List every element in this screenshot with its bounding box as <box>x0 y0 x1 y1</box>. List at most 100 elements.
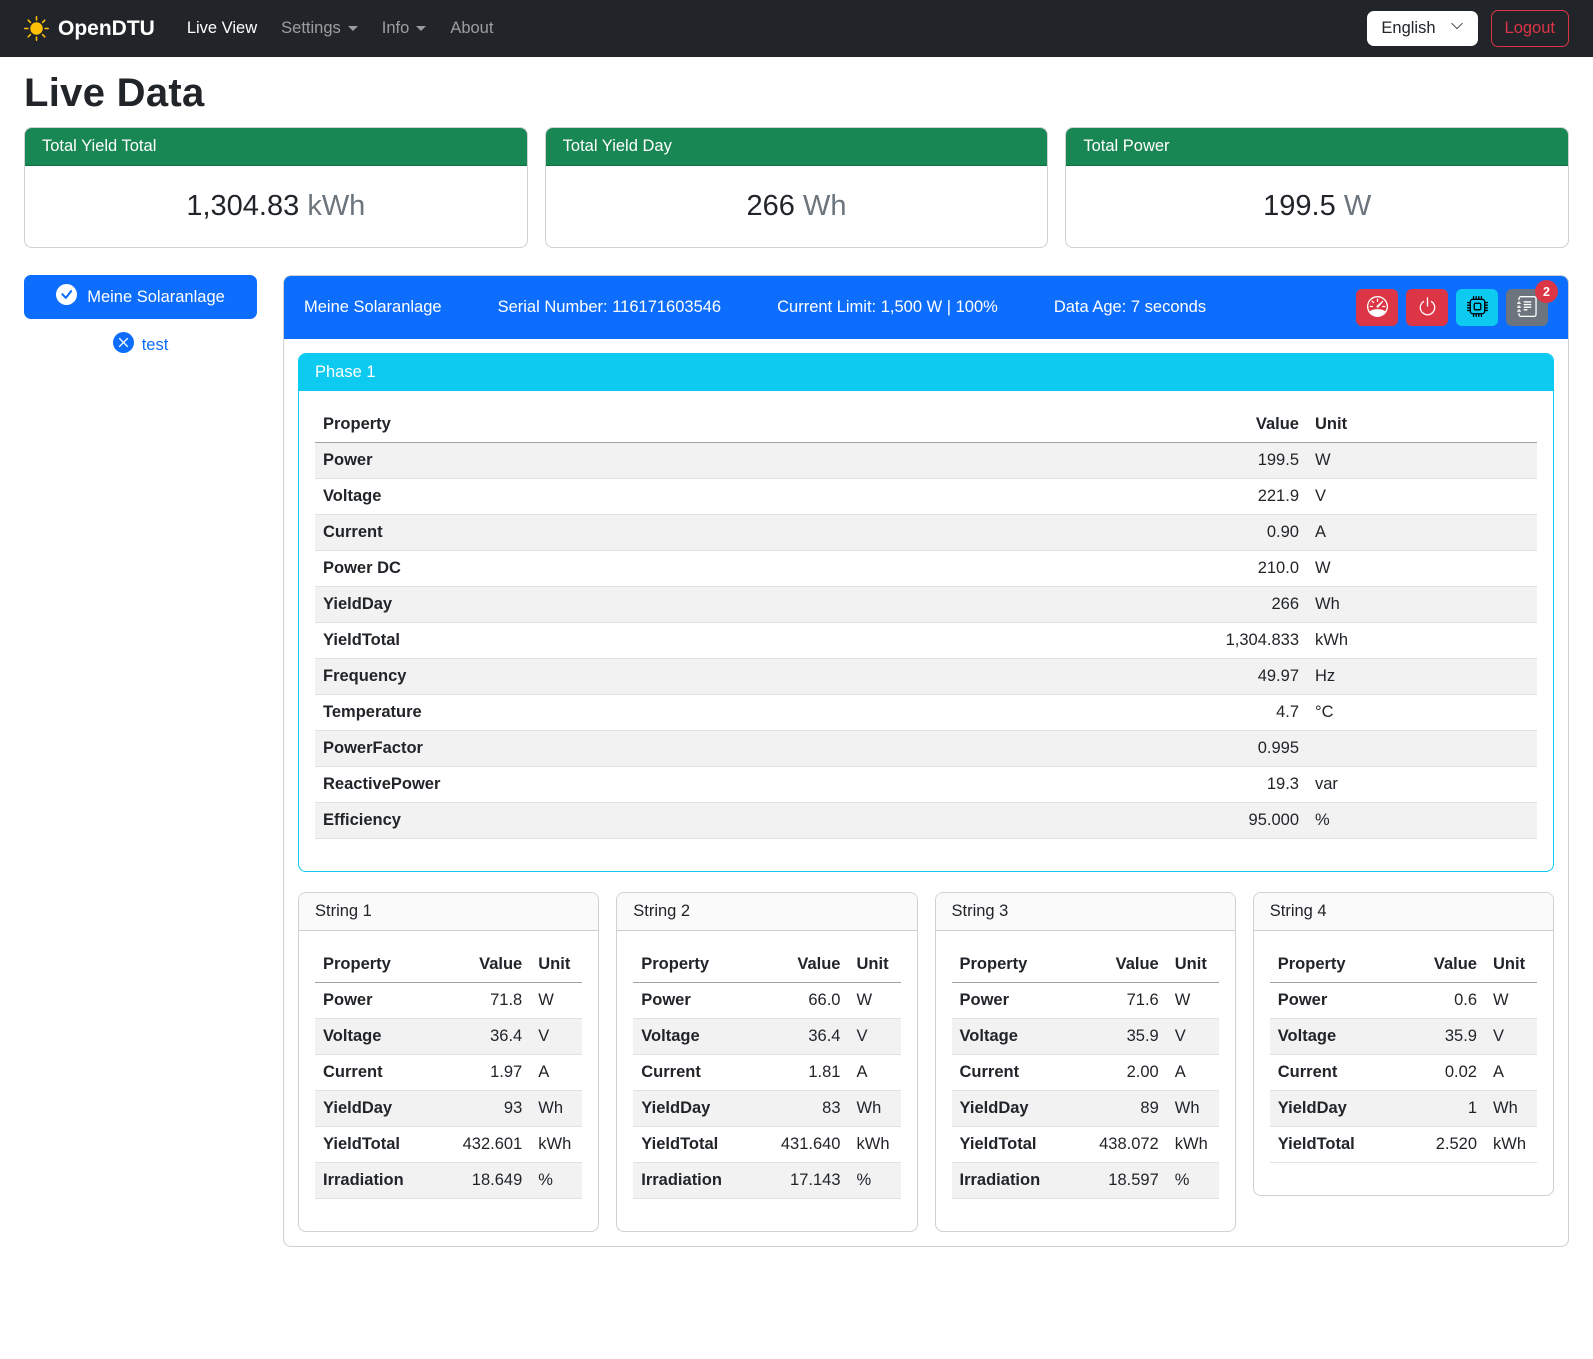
unit-cell: W <box>1307 551 1537 587</box>
table-row: YieldDay83Wh <box>633 1091 900 1127</box>
value-cell: 71.8 <box>436 983 531 1019</box>
phase-table: Property Value Unit Power199.5WVoltage22… <box>315 407 1537 839</box>
value-cell: 432.601 <box>436 1127 531 1163</box>
table-row: ReactivePower19.3var <box>315 767 1537 803</box>
table-row: YieldTotal2.520kWh <box>1270 1127 1537 1163</box>
unit-cell: A <box>849 1055 901 1091</box>
table-row: Irradiation18.597% <box>952 1163 1219 1199</box>
table-row: Voltage35.9V <box>1270 1019 1537 1055</box>
power-settings-button[interactable] <box>1406 289 1448 326</box>
inverter-item-test[interactable]: test <box>24 332 257 358</box>
value-cell: 1.97 <box>436 1055 531 1091</box>
unit-cell: Wh <box>1167 1091 1219 1127</box>
device-info-button[interactable] <box>1456 289 1498 326</box>
inverter-item-label: test <box>142 336 169 355</box>
string-card: String 3 Property Value Unit Power71.6WV… <box>935 892 1236 1232</box>
property-cell: YieldTotal <box>633 1127 754 1163</box>
unit-cell <box>1307 731 1537 767</box>
value-cell: 18.597 <box>1072 1163 1167 1199</box>
unit-cell: Wh <box>530 1091 582 1127</box>
unit-cell: W <box>1307 443 1537 479</box>
property-cell: Irradiation <box>633 1163 754 1199</box>
value-cell: 266 <box>909 587 1307 623</box>
value-cell: 1,304.833 <box>909 623 1307 659</box>
event-log-button[interactable]: 2 <box>1506 289 1548 326</box>
property-cell: PowerFactor <box>315 731 909 767</box>
property-cell: Voltage <box>633 1019 754 1055</box>
brand[interactable]: OpenDTU <box>24 16 155 41</box>
journal-text-icon <box>1517 296 1538 320</box>
unit-cell: V <box>1485 1019 1537 1055</box>
table-row: Power71.6W <box>952 983 1219 1019</box>
card-value: 266 <box>747 190 795 222</box>
unit-cell: % <box>849 1163 901 1199</box>
value-cell: 35.9 <box>1401 1019 1485 1055</box>
unit-cell: V <box>849 1019 901 1055</box>
unit-cell: % <box>1167 1163 1219 1199</box>
card-unit: kWh <box>307 190 365 222</box>
nav-links: Live View Settings Info About <box>175 11 506 46</box>
unit-cell: Hz <box>1307 659 1537 695</box>
table-row: YieldTotal431.640kWh <box>633 1127 900 1163</box>
value-cell: 17.143 <box>754 1163 849 1199</box>
value-cell: 89 <box>1072 1091 1167 1127</box>
table-row: YieldTotal1,304.833kWh <box>315 623 1537 659</box>
column-header-unit: Unit <box>1307 407 1537 443</box>
nav-item-live-view[interactable]: Live View <box>175 11 269 46</box>
unit-cell: W <box>530 983 582 1019</box>
table-row: Voltage36.4V <box>633 1019 900 1055</box>
table-row: Current2.00A <box>952 1055 1219 1091</box>
value-cell: 36.4 <box>754 1019 849 1055</box>
sun-icon <box>24 16 49 41</box>
value-cell: 2.00 <box>1072 1055 1167 1091</box>
value-cell: 18.649 <box>436 1163 531 1199</box>
nav-item-settings[interactable]: Settings <box>269 11 370 46</box>
total-yield-total-card: Total Yield Total 1,304.83 kWh <box>24 127 528 248</box>
logout-button[interactable]: Logout <box>1491 10 1569 47</box>
string-card-title: String 2 <box>617 893 916 931</box>
value-cell: 438.072 <box>1072 1127 1167 1163</box>
value-cell: 210.0 <box>909 551 1307 587</box>
inverter-select-label: Meine Solaranlage <box>87 288 225 307</box>
table-row: Voltage35.9V <box>952 1019 1219 1055</box>
value-cell: 0.90 <box>909 515 1307 551</box>
column-header-value: Value <box>1401 947 1485 983</box>
string-card-title: String 4 <box>1254 893 1553 931</box>
column-header-property: Property <box>315 947 436 983</box>
value-cell: 0.6 <box>1401 983 1485 1019</box>
string-card-title: String 1 <box>299 893 598 931</box>
value-cell: 19.3 <box>909 767 1307 803</box>
property-cell: YieldDay <box>315 587 909 623</box>
property-cell: Current <box>315 1055 436 1091</box>
table-row: YieldTotal438.072kWh <box>952 1127 1219 1163</box>
property-cell: YieldDay <box>1270 1091 1402 1127</box>
inverter-card-header: Meine Solaranlage Serial Number: 1161716… <box>284 276 1568 339</box>
property-cell: Power <box>315 443 909 479</box>
card-unit: Wh <box>803 190 847 222</box>
table-row: Power199.5W <box>315 443 1537 479</box>
unit-cell: kWh <box>1307 623 1537 659</box>
language-select-value: English <box>1381 19 1435 38</box>
property-cell: YieldTotal <box>952 1127 1073 1163</box>
inverter-select-button[interactable]: Meine Solaranlage <box>24 275 257 319</box>
property-cell: Voltage <box>315 479 909 515</box>
property-cell: YieldDay <box>952 1091 1073 1127</box>
table-row: Frequency49.97Hz <box>315 659 1537 695</box>
inverter-data-age: Data Age: 7 seconds <box>1054 298 1206 317</box>
table-row: Power66.0W <box>633 983 900 1019</box>
limit-settings-button[interactable] <box>1356 289 1398 326</box>
nav-item-about[interactable]: About <box>438 11 505 46</box>
value-cell: 4.7 <box>909 695 1307 731</box>
column-header-value: Value <box>1072 947 1167 983</box>
inverter-serial: Serial Number: 116171603546 <box>498 298 722 317</box>
property-cell: Current <box>952 1055 1073 1091</box>
string-table: Property Value Unit Power71.8WVoltage36.… <box>315 947 582 1199</box>
nav-item-info[interactable]: Info <box>370 11 439 46</box>
unit-cell: kWh <box>1167 1127 1219 1163</box>
table-row: Power DC210.0W <box>315 551 1537 587</box>
string-card-title: String 3 <box>936 893 1235 931</box>
card-title: Total Yield Day <box>546 128 1048 166</box>
unit-cell: % <box>530 1163 582 1199</box>
language-select[interactable]: English <box>1367 11 1477 46</box>
unit-cell: A <box>1167 1055 1219 1091</box>
